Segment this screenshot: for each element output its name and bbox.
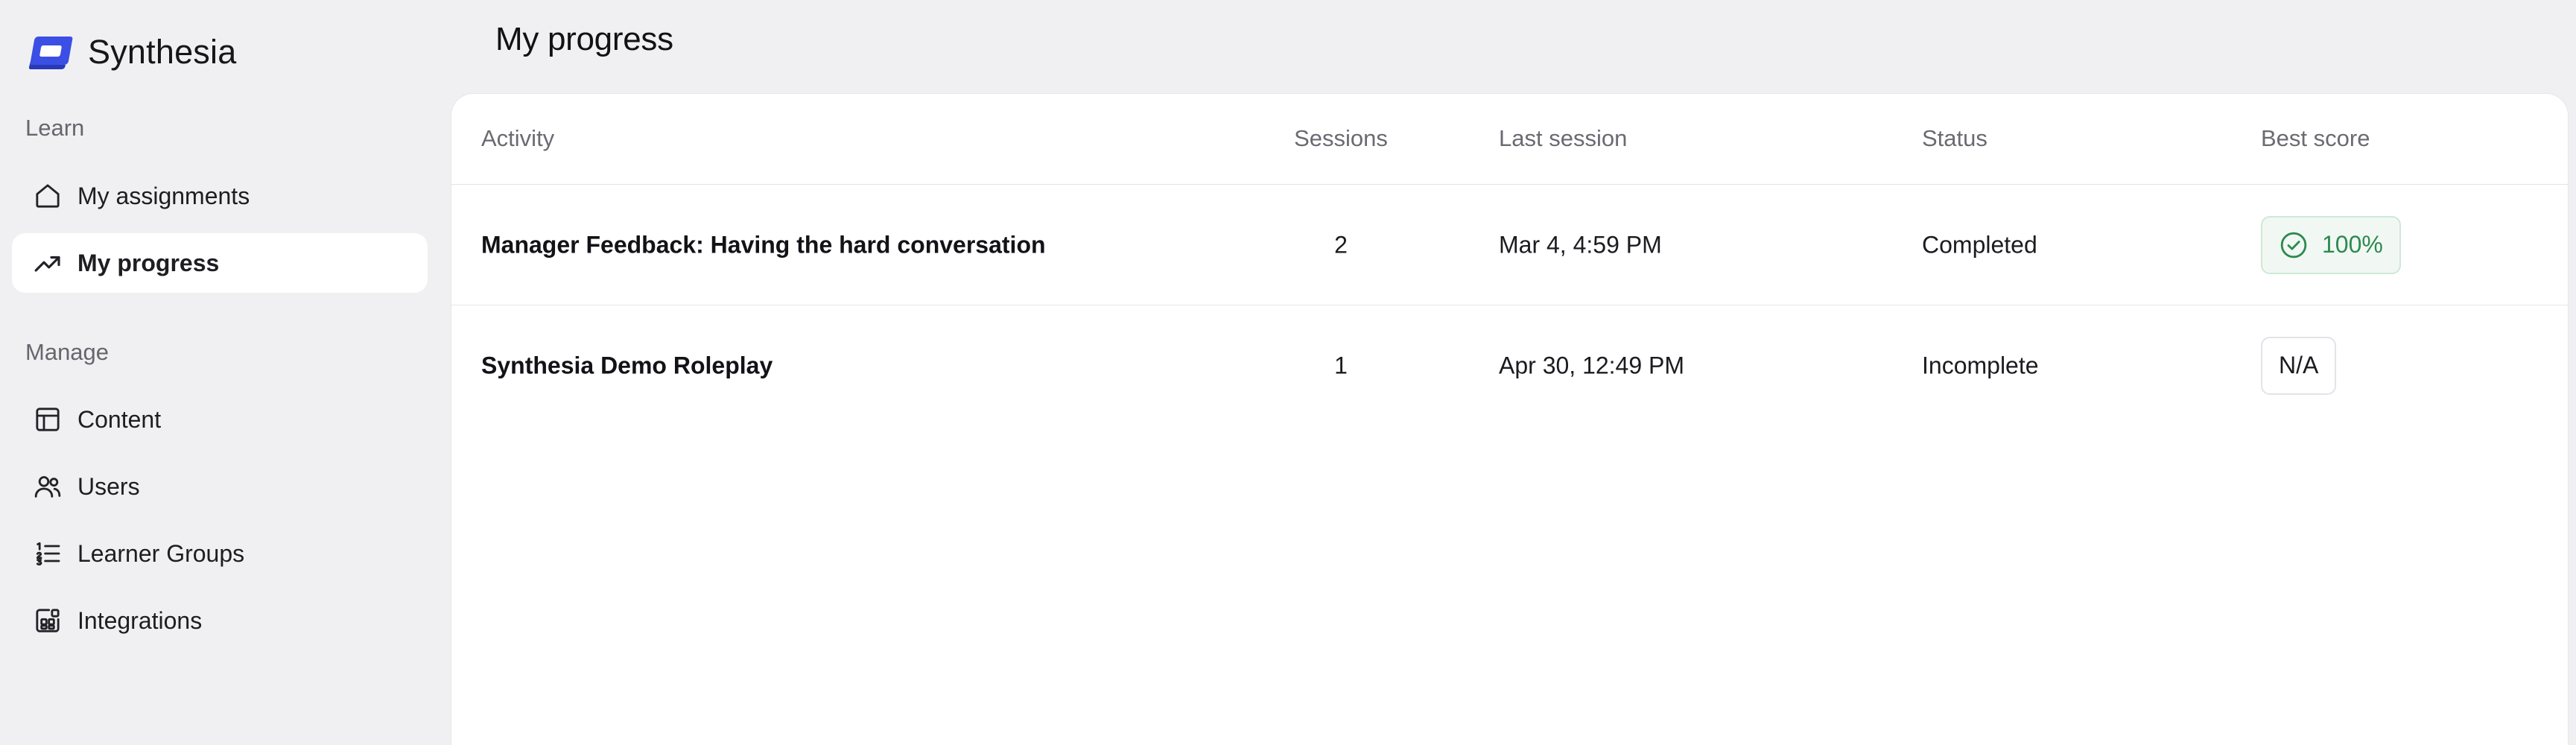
- brand[interactable]: Synthesia: [27, 30, 236, 74]
- sessions-count: 2: [1334, 231, 1348, 258]
- sidebar-item-integrations[interactable]: Integrations: [12, 591, 428, 650]
- activity-name[interactable]: Synthesia Demo Roleplay: [481, 352, 773, 379]
- table-row[interactable]: Manager Feedback: Having the hard conver…: [451, 185, 2568, 305]
- sidebar-item-my-progress[interactable]: My progress: [12, 233, 428, 293]
- progress-table: Activity Sessions Last session Status Be…: [451, 94, 2568, 425]
- check-circle-icon: [2280, 232, 2307, 258]
- column-header-last-session[interactable]: Last session: [1499, 125, 1627, 152]
- sessions-count: 1: [1334, 352, 1348, 378]
- app-root: Synthesia Learn My assignments My progre…: [0, 0, 2576, 745]
- sidebar-item-label: Learner Groups: [77, 539, 245, 567]
- sidebar: Synthesia Learn My assignments My progre…: [0, 0, 451, 745]
- best-score-badge: 100%: [2261, 215, 2401, 274]
- table-header: Activity Sessions Last session Status Be…: [451, 94, 2568, 185]
- best-score-value: N/A: [2279, 352, 2319, 378]
- column-header-best-score[interactable]: Best score: [2261, 125, 2370, 152]
- table-row[interactable]: Synthesia Demo Roleplay 1 Apr 30, 12:49 …: [451, 305, 2568, 425]
- status-text: Incomplete: [1922, 352, 2039, 378]
- sidebar-item-label: My progress: [77, 249, 220, 276]
- column-header-sessions[interactable]: Sessions: [1294, 125, 1388, 152]
- sidebar-item-label: My assignments: [77, 182, 250, 209]
- best-score-badge: N/A: [2261, 336, 2337, 395]
- layout-icon: [33, 405, 63, 434]
- progress-panel: Activity Sessions Last session Status Be…: [451, 93, 2569, 745]
- trending-up-icon: [33, 248, 63, 278]
- sidebar-item-content[interactable]: Content: [12, 390, 428, 449]
- section-label-manage: Manage: [25, 339, 110, 365]
- activity-name[interactable]: Manager Feedback: Having the hard conver…: [481, 231, 1046, 259]
- page-title: My progress: [495, 21, 673, 57]
- sidebar-item-label: Integrations: [77, 606, 203, 634]
- synthesia-logo-icon: [28, 37, 73, 69]
- list-ordered-icon: [33, 539, 63, 568]
- column-header-activity[interactable]: Activity: [481, 125, 554, 152]
- status-text: Completed: [1922, 231, 2037, 258]
- sidebar-item-users[interactable]: Users: [12, 457, 428, 516]
- users-icon: [33, 472, 63, 501]
- sidebar-item-label: Content: [77, 405, 162, 433]
- section-label-learn: Learn: [25, 115, 85, 141]
- last-session-time: Apr 30, 12:49 PM: [1499, 352, 1685, 378]
- sidebar-item-label: Users: [77, 472, 140, 500]
- best-score-value: 100%: [2322, 231, 2383, 258]
- sidebar-item-my-assignments[interactable]: My assignments: [12, 166, 428, 226]
- brand-name: Synthesia: [88, 33, 237, 71]
- sidebar-item-learner-groups[interactable]: Learner Groups: [12, 524, 428, 583]
- integrations-icon: [33, 606, 63, 635]
- home-icon: [33, 181, 63, 211]
- last-session-time: Mar 4, 4:59 PM: [1499, 231, 1662, 258]
- column-header-status[interactable]: Status: [1922, 125, 1987, 152]
